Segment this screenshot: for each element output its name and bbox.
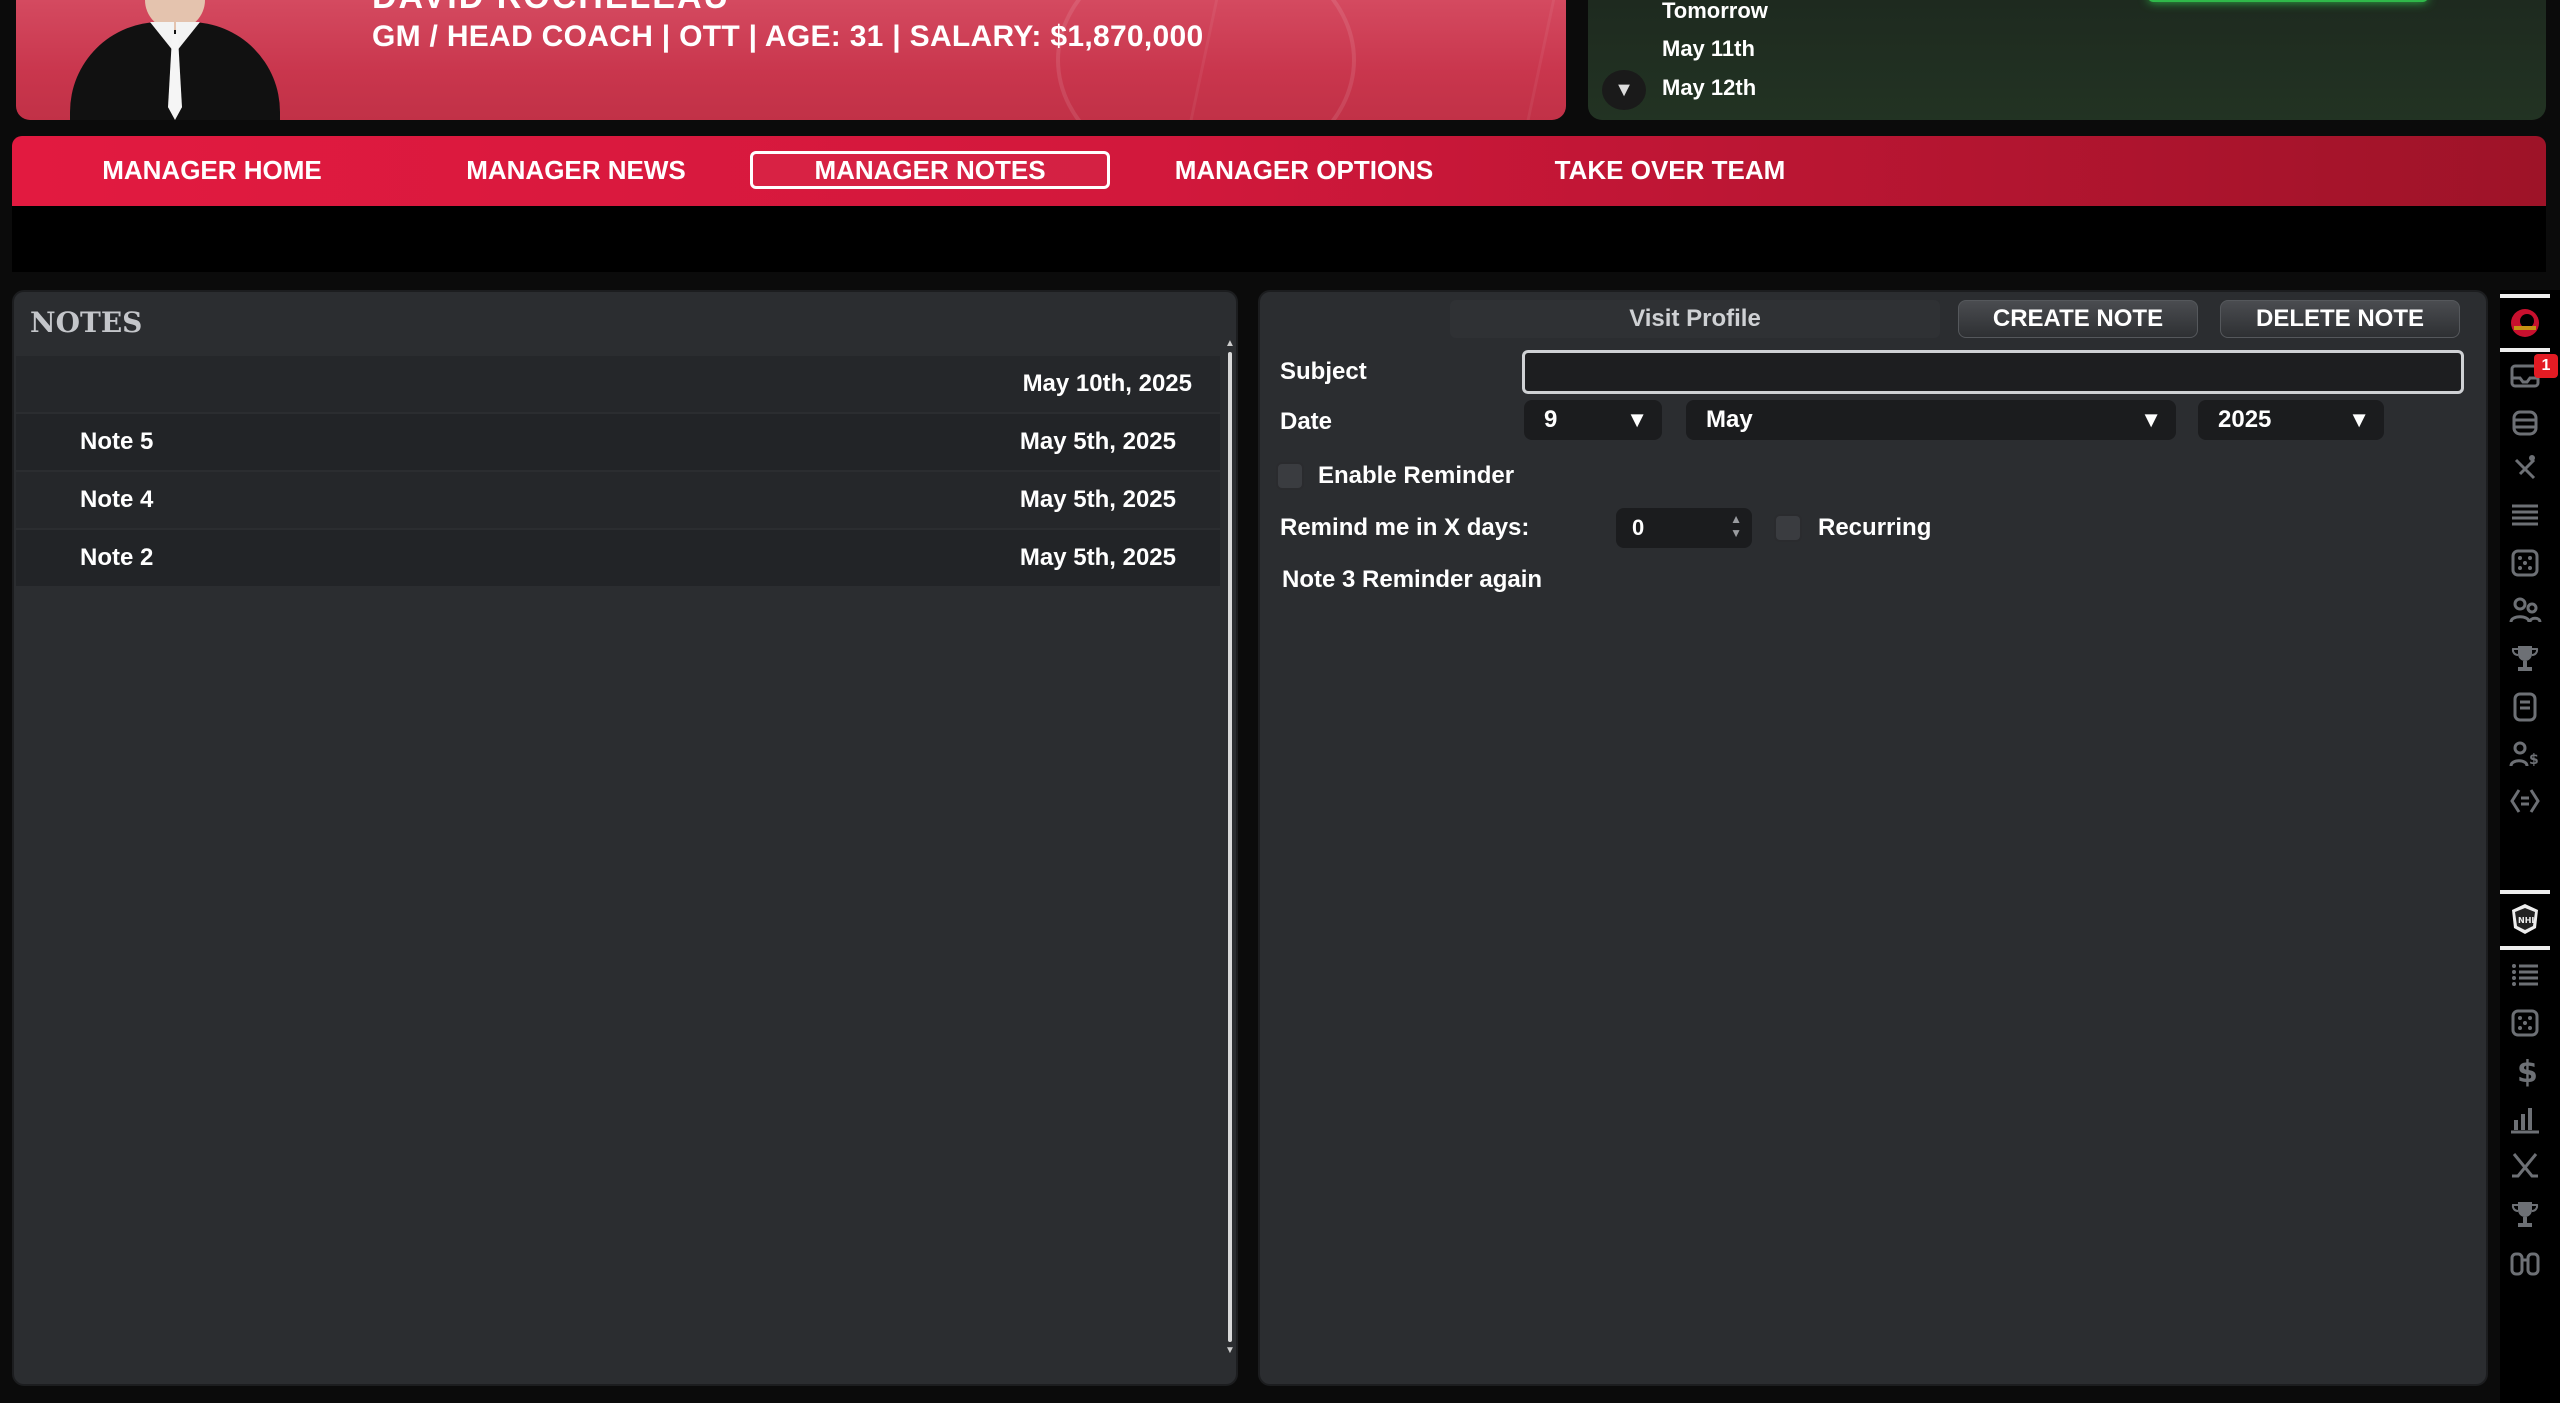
scroll-up-icon[interactable]: ▲ xyxy=(1225,338,1235,349)
sidebar-divider xyxy=(2500,890,2550,894)
manager-name: DAVID ROCHELEAU xyxy=(372,0,730,17)
note-title: Note 2 xyxy=(80,544,154,571)
month-value: May xyxy=(1706,406,1753,433)
dice-icon[interactable] xyxy=(2508,546,2542,580)
sidebar-divider xyxy=(2500,294,2550,298)
chevron-down-icon: ▼ xyxy=(2140,407,2162,432)
person-dollar-icon[interactable]: $ xyxy=(2508,738,2542,772)
notes-title: NOTES xyxy=(30,306,143,339)
date-label: Date xyxy=(1280,408,1333,435)
dollar-icon[interactable]: $ xyxy=(2508,1054,2542,1090)
month-select[interactable]: May ▼ xyxy=(1686,400,2176,440)
manager-nav: MANAGER HOME MANAGER NEWS MANAGER NOTES … xyxy=(12,136,2546,206)
enable-reminder-checkbox[interactable] xyxy=(1276,462,1304,490)
tab-manager-options[interactable]: MANAGER OPTIONS xyxy=(1144,151,1464,189)
stepper-arrows-icon[interactable]: ▲ ▼ xyxy=(1730,512,1742,540)
document-icon[interactable] xyxy=(2508,690,2542,724)
note-title: Note 4 xyxy=(80,486,154,513)
day-select[interactable]: 9 ▼ xyxy=(1524,400,1662,440)
continue-button[interactable] xyxy=(2148,0,2428,2)
create-note-button[interactable]: CREATE NOTE xyxy=(1958,300,2198,338)
player-swap-icon[interactable] xyxy=(2508,452,2542,486)
sticks-icon[interactable] xyxy=(2508,1150,2542,1184)
manager-avatar xyxy=(50,0,300,120)
notes-scrollbar[interactable]: ▲ ▼ xyxy=(1225,338,1235,1356)
note-row[interactable]: Note 2 May 5th, 2025 xyxy=(16,530,1220,586)
inbox-icon[interactable]: 1 xyxy=(2508,354,2558,392)
database-icon[interactable] xyxy=(2508,406,2542,440)
inbox-badge: 1 xyxy=(2534,354,2558,378)
note-editor-panel: Visit Profile CREATE NOTE DELETE NOTE Su… xyxy=(1258,290,2488,1386)
calendar-item[interactable]: Tomorrow xyxy=(1662,0,1768,24)
code-icon[interactable] xyxy=(2508,784,2542,818)
team-watermark-shape xyxy=(1164,0,1566,120)
right-sidebar: 1 $ NHL $ xyxy=(2500,290,2560,1403)
remind-days-value: 0 xyxy=(1632,515,1645,540)
tab-take-over-team[interactable]: TAKE OVER TEAM xyxy=(1510,151,1830,189)
remind-days-label: Remind me in X days: xyxy=(1280,514,1530,541)
sidebar-divider xyxy=(2500,348,2550,352)
note-title: Note 5 xyxy=(80,428,154,455)
notes-panel: NOTES May 10th, 2025 Note 5 May 5th, 202… xyxy=(12,290,1238,1386)
sub-nav-bar xyxy=(12,206,2546,272)
svg-text:$: $ xyxy=(2529,752,2539,768)
subject-input[interactable] xyxy=(1522,350,2464,394)
calendar-scroll-down-button[interactable]: ▼ xyxy=(1602,70,1646,110)
team-logo-icon[interactable] xyxy=(2508,306,2542,340)
svg-text:$: $ xyxy=(2517,1055,2538,1088)
dice-icon[interactable] xyxy=(2508,1006,2542,1040)
note-date: May 5th, 2025 xyxy=(1019,544,1176,571)
note-date: May 5th, 2025 xyxy=(1019,428,1176,455)
subject-label: Subject xyxy=(1280,358,1367,385)
delete-note-button[interactable]: DELETE NOTE xyxy=(2220,300,2460,338)
visit-profile-button[interactable]: Visit Profile xyxy=(1450,300,1940,338)
list-icon[interactable] xyxy=(2508,498,2542,532)
note-row[interactable]: May 10th, 2025 xyxy=(16,356,1220,412)
binoculars-icon[interactable] xyxy=(2508,1246,2542,1280)
scrollbar-thumb[interactable] xyxy=(1228,352,1232,1342)
tab-manager-notes[interactable]: MANAGER NOTES xyxy=(750,151,1110,189)
year-value: 2025 xyxy=(2218,406,2272,433)
bar-chart-icon[interactable] xyxy=(2508,1102,2542,1136)
svg-text:NHL: NHL xyxy=(2518,916,2537,925)
scroll-down-icon[interactable]: ▼ xyxy=(1225,1345,1235,1356)
recurring-checkbox[interactable] xyxy=(1774,514,1802,542)
chevron-down-icon: ▼ xyxy=(1614,79,1634,101)
calendar-item[interactable]: May 11th xyxy=(1662,36,1755,62)
note-row[interactable]: Note 5 May 5th, 2025 xyxy=(16,414,1220,470)
list-icon[interactable] xyxy=(2508,958,2542,992)
manager-info: GM / HEAD COACH | OTT | AGE: 31 | SALARY… xyxy=(372,20,1204,53)
tab-manager-news[interactable]: MANAGER NEWS xyxy=(416,151,736,189)
sidebar-divider xyxy=(2500,946,2550,950)
calendar-card: Tomorrow May 11th May 12th ▼ xyxy=(1588,0,2546,120)
tab-manager-home[interactable]: MANAGER HOME xyxy=(52,151,372,189)
year-select[interactable]: 2025 ▼ xyxy=(2198,400,2384,440)
remind-days-stepper[interactable]: 0 ▲ ▼ xyxy=(1616,508,1752,548)
people-icon[interactable] xyxy=(2508,594,2542,628)
enable-reminder-label: Enable Reminder xyxy=(1318,462,1515,489)
day-value: 9 xyxy=(1544,406,1558,433)
calendar-item[interactable]: May 12th xyxy=(1662,75,1756,101)
note-date: May 5th, 2025 xyxy=(1019,486,1176,513)
league-logo-icon[interactable]: NHL xyxy=(2508,902,2542,936)
note-date: May 10th, 2025 xyxy=(1022,370,1192,397)
trophy-icon[interactable] xyxy=(2508,1198,2542,1232)
chevron-down-icon: ▼ xyxy=(2348,407,2370,432)
note-row[interactable]: Note 4 May 5th, 2025 xyxy=(16,472,1220,528)
recurring-label: Recurring xyxy=(1818,514,1932,541)
trophy-icon[interactable] xyxy=(2508,642,2542,676)
note-body[interactable]: Note 3 Reminder again xyxy=(1282,566,1542,594)
manager-header-card: DAVID ROCHELEAU GM / HEAD COACH | OTT | … xyxy=(16,0,1566,120)
chevron-down-icon: ▼ xyxy=(1626,407,1648,432)
